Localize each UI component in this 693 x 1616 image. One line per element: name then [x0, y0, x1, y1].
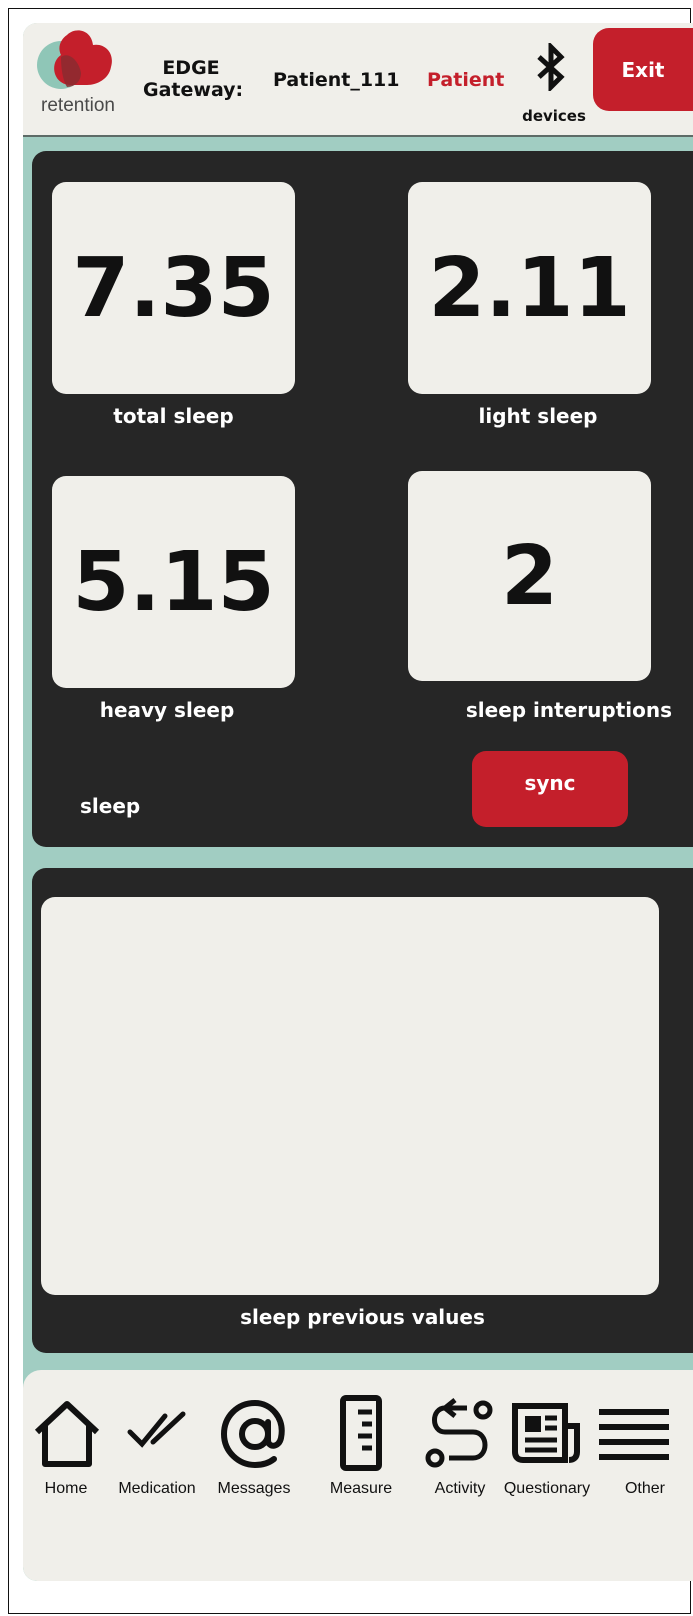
top-header: retention EDGE Gateway: Patient_111 Pati…	[23, 23, 693, 137]
cloud-logo-icon	[37, 30, 112, 89]
retention-logo: retention	[31, 29, 121, 125]
nav-home-label: Home	[44, 1480, 88, 1497]
heavy-sleep-card: 5.15	[52, 476, 295, 688]
nav-measure-label: Measure	[329, 1480, 393, 1497]
nav-activity-label: Activity	[434, 1480, 486, 1497]
light-sleep-label: light sleep	[478, 404, 598, 428]
user-role: Patient	[427, 69, 505, 91]
logo-text: retention	[41, 95, 115, 116]
nav-messages-label: Messages	[217, 1480, 291, 1497]
gateway-label: EDGE Gateway:	[143, 57, 244, 101]
sleep-panel: 7.35 total sleep 2.11 light sleep 5.15 h…	[32, 151, 693, 847]
nav-messages[interactable]: Messages	[209, 1370, 299, 1581]
double-check-icon	[127, 1411, 186, 1448]
sleep-section-title: sleep	[80, 794, 141, 818]
previous-values-chart-area	[41, 897, 659, 1295]
nav-home[interactable]: Home	[23, 1370, 109, 1581]
at-sign-icon	[220, 1399, 285, 1469]
home-icon	[34, 1401, 100, 1467]
heavy-sleep-label: heavy sleep	[99, 698, 235, 722]
nav-other[interactable]: Other	[597, 1370, 693, 1581]
app-window: retention EDGE Gateway: Patient_111 Pati…	[23, 23, 693, 1581]
nav-questionary-label: Questionary	[503, 1480, 591, 1497]
sleep-interruptions-label: sleep interuptions	[465, 698, 672, 722]
exit-button[interactable]: Exit	[593, 28, 693, 111]
nav-medication[interactable]: Medication	[109, 1370, 205, 1581]
previous-values-caption: sleep previous values	[240, 1305, 485, 1329]
nav-activity[interactable]: Activity	[415, 1370, 505, 1581]
bluetooth-icon[interactable]	[533, 43, 569, 91]
sync-button[interactable]: sync	[472, 751, 628, 827]
nav-questionary[interactable]: Questionary	[497, 1370, 597, 1581]
total-sleep-card: 7.35	[52, 182, 295, 394]
nav-other-label: Other	[624, 1480, 665, 1497]
route-icon	[425, 1398, 493, 1468]
menu-lines-icon	[599, 1409, 669, 1460]
nav-medication-label: Medication	[118, 1480, 196, 1497]
previous-values-panel: sleep previous values	[32, 868, 693, 1353]
patient-id: Patient_111	[273, 69, 400, 91]
sleep-interruptions-card: 2	[408, 471, 651, 681]
ruler-icon	[340, 1395, 382, 1471]
bottom-nav: Home Medication Messages Measure Activit…	[23, 1370, 693, 1581]
light-sleep-card: 2.11	[408, 182, 651, 394]
total-sleep-label: total sleep	[113, 404, 234, 428]
newspaper-icon	[512, 1403, 580, 1463]
nav-measure[interactable]: Measure	[313, 1370, 409, 1581]
devices-label[interactable]: devices	[519, 107, 589, 125]
